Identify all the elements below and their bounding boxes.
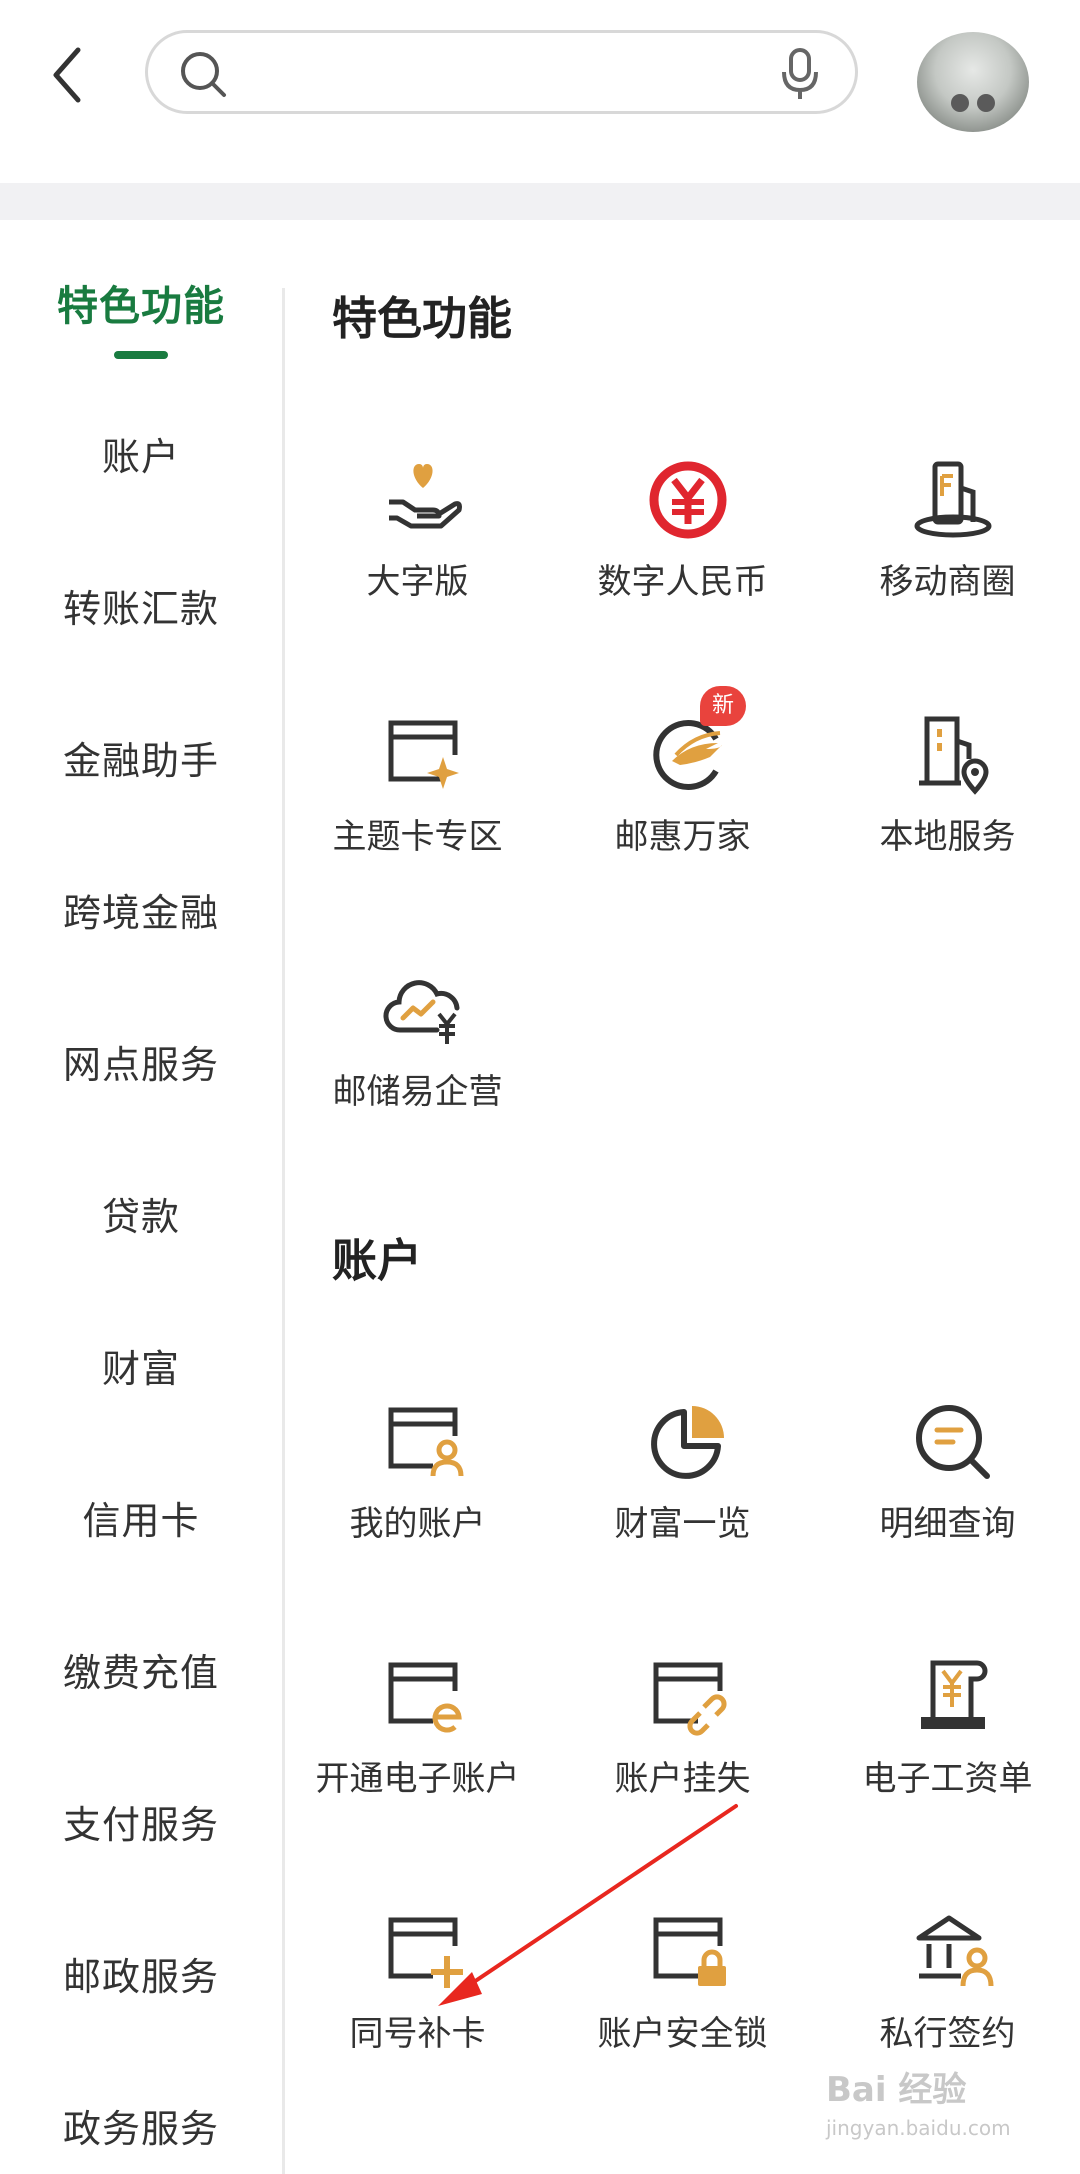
my-account-icon xyxy=(388,1407,464,1477)
grid-item-theme-card[interactable]: 主题卡专区 xyxy=(285,713,550,913)
pie-chart-icon xyxy=(651,1406,724,1479)
card-replace-icon xyxy=(388,1917,463,1988)
theme-card-icon xyxy=(388,720,459,789)
grid-item-label: 明细查询 xyxy=(879,1504,1016,1544)
back-arrow-icon[interactable] xyxy=(44,40,90,110)
grid-item-account-lock[interactable]: 账户安全锁 xyxy=(550,1910,815,2110)
section-title-featured: 特色功能 xyxy=(332,292,513,345)
detail-search-icon xyxy=(916,1405,990,1479)
avatar-eye-right xyxy=(977,94,995,112)
grid-item-label: 本地服务 xyxy=(879,817,1016,857)
search-input[interactable] xyxy=(244,45,728,103)
section-title-account: 账户 xyxy=(332,1234,423,1287)
e-account-icon xyxy=(388,1662,462,1733)
grid-item-label: 主题卡专区 xyxy=(332,817,503,857)
grid-item-label: 开通电子账户 xyxy=(315,1759,520,1799)
active-tab-indicator xyxy=(114,351,168,359)
grid-item-label: 我的账户 xyxy=(349,1504,486,1544)
sidebar-item-credit-card[interactable]: 信用卡 xyxy=(0,1481,282,1561)
payslip-icon xyxy=(921,1660,988,1729)
grid-item-label: 账户安全锁 xyxy=(597,2014,768,2054)
grid-item-label: 同号补卡 xyxy=(349,2014,486,2054)
search-bar[interactable] xyxy=(145,30,858,114)
sidebar-item-finance-assistant[interactable]: 金融助手 xyxy=(0,721,282,801)
grid-item-detail-query[interactable]: 明细查询 xyxy=(815,1400,1080,1600)
sidebar-item-branch-service[interactable]: 网点服务 xyxy=(0,1025,282,1105)
sidebar-item-government-service[interactable]: 政务服务 xyxy=(0,2089,282,2169)
grid-item-label: 邮储易企营 xyxy=(332,1072,503,1112)
search-icon xyxy=(181,52,226,97)
sidebar-item-payment-topup[interactable]: 缴费充值 xyxy=(0,1633,282,1713)
grid-item-label: 电子工资单 xyxy=(862,1759,1033,1799)
grid-item-label: 财富一览 xyxy=(614,1504,751,1544)
grid-item-local-service[interactable]: 本地服务 xyxy=(815,713,1080,913)
grid-item-label: 账户挂失 xyxy=(614,1759,751,1799)
grid-item-label: 数字人民币 xyxy=(597,562,768,602)
watermark-brand: Bai 经验 xyxy=(826,2070,967,2110)
grid-item-label: 私行签约 xyxy=(879,2014,1016,2054)
report-loss-icon xyxy=(653,1662,727,1736)
grid-item-card-replacement[interactable]: 同号补卡 xyxy=(285,1910,550,2110)
sidebar-item-postal-service[interactable]: 邮政服务 xyxy=(0,1937,282,2017)
grid-item-report-loss[interactable]: 账户挂失 xyxy=(550,1655,815,1855)
grid-item-mobile-mall[interactable]: 移动商圈 xyxy=(815,458,1080,658)
grid-item-e-payslip[interactable]: 电子工资单 xyxy=(815,1655,1080,1855)
sidebar-item-wealth[interactable]: 财富 xyxy=(0,1329,282,1409)
grid-item-label: 邮惠万家 xyxy=(614,817,751,857)
sidebar-item-cross-border[interactable]: 跨境金融 xyxy=(0,873,282,953)
grid-item-cloud-enterprise[interactable]: 邮储易企营 xyxy=(285,968,550,1168)
sidebar-item-loan[interactable]: 贷款 xyxy=(0,1177,282,1257)
local-service-icon xyxy=(919,716,989,795)
digital-rmb-icon xyxy=(649,461,727,539)
mobile-mall-icon xyxy=(914,461,992,538)
watermark-url: jingyan.baidu.com xyxy=(826,2116,1011,2140)
grid-item-label: 移动商圈 xyxy=(879,562,1016,602)
grid-item-large-font[interactable]: 大字版 xyxy=(285,458,550,658)
grid-item-open-e-account[interactable]: 开通电子账户 xyxy=(285,1655,550,1855)
cloud-enterprise-icon xyxy=(383,980,460,1044)
avatar[interactable] xyxy=(917,32,1029,132)
top-bar xyxy=(0,0,1080,183)
header-separator xyxy=(0,183,1080,220)
sidebar-item-featured[interactable]: 特色功能 xyxy=(0,266,282,346)
avatar-eye-left xyxy=(951,94,969,112)
new-badge: 新 xyxy=(700,686,746,726)
grid-item-my-account[interactable]: 我的账户 xyxy=(285,1400,550,1600)
account-lock-icon xyxy=(653,1917,726,1986)
grid-item-postal-benefit[interactable]: 邮惠万家 xyxy=(550,713,815,913)
private-bank-icon xyxy=(916,1915,994,1987)
sidebar-item-transfer[interactable]: 转账汇款 xyxy=(0,569,282,649)
grid-item-digital-rmb[interactable]: 数字人民币 xyxy=(550,458,815,658)
microphone-icon[interactable] xyxy=(779,46,821,102)
grid-item-wealth-overview[interactable]: 财富一览 xyxy=(550,1400,815,1600)
sidebar-item-pay-service[interactable]: 支付服务 xyxy=(0,1785,282,1865)
hand-heart-icon xyxy=(389,464,462,529)
sidebar-item-account[interactable]: 账户 xyxy=(0,417,282,497)
grid-item-label: 大字版 xyxy=(366,562,469,602)
